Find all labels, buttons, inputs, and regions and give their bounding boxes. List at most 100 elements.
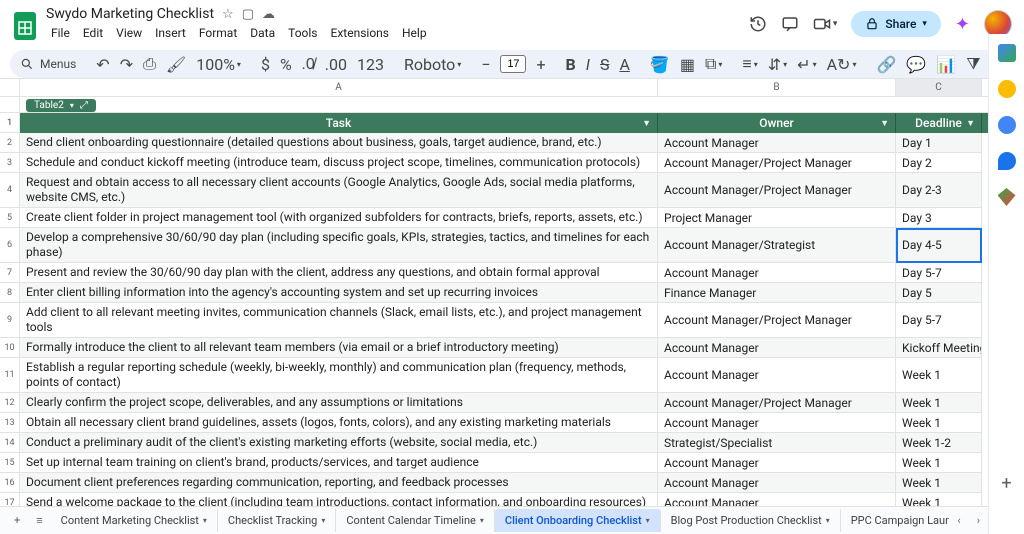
- cell-deadline[interactable]: Day 5-7: [896, 263, 982, 283]
- row-number[interactable]: 13: [0, 413, 20, 433]
- cell-owner[interactable]: Account Manager: [658, 263, 896, 283]
- row-number[interactable]: 14: [0, 433, 20, 453]
- cell-task[interactable]: Obtain all necessary client brand guidel…: [20, 413, 658, 433]
- cell-deadline[interactable]: Day 3: [896, 208, 982, 228]
- cell-owner[interactable]: Account Manager: [658, 493, 896, 506]
- meet-icon[interactable]: ▾: [813, 17, 838, 31]
- font-increase-icon[interactable]: +: [536, 55, 545, 74]
- font-select[interactable]: Roboto ▾: [404, 55, 461, 74]
- sheet-tab[interactable]: Content Marketing Checklist▾: [51, 509, 218, 532]
- col-header-A[interactable]: A: [20, 79, 658, 96]
- more-formats-icon[interactable]: 123: [357, 55, 384, 74]
- header-deadline[interactable]: Deadline▼: [896, 113, 982, 133]
- row-number[interactable]: 3: [0, 153, 20, 173]
- menu-format[interactable]: Format: [194, 24, 242, 42]
- menu-tools[interactable]: Tools: [283, 24, 322, 42]
- gemini-icon[interactable]: ✦: [955, 14, 970, 35]
- cell-task[interactable]: Establish a regular reporting schedule (…: [20, 358, 658, 393]
- cell-task[interactable]: Formally introduce the client to all rel…: [20, 338, 658, 358]
- cell-task[interactable]: Schedule and conduct kickoff meeting (in…: [20, 153, 658, 173]
- row-number[interactable]: 1: [0, 113, 20, 133]
- cell-owner[interactable]: Account Manager/Strategist: [658, 228, 896, 263]
- cell-deadline[interactable]: Week 1-2: [896, 433, 982, 453]
- strike-icon[interactable]: S: [600, 55, 610, 74]
- sheet-tab[interactable]: PPC Campaign Launch Checklist▾: [841, 509, 950, 532]
- row-number[interactable]: 16: [0, 473, 20, 493]
- comments-icon[interactable]: [781, 15, 799, 33]
- cell-task[interactable]: Send a welcome package to the client (in…: [20, 493, 658, 506]
- cell-deadline[interactable]: Week 1: [896, 393, 982, 413]
- row-number[interactable]: 7: [0, 263, 20, 283]
- col-header-B[interactable]: B: [658, 79, 896, 96]
- wrap-icon[interactable]: ↵▾: [797, 55, 816, 74]
- row-number[interactable]: 5: [0, 208, 20, 228]
- tasks-icon[interactable]: [998, 116, 1016, 134]
- cell-deadline[interactable]: Day 5: [896, 283, 982, 303]
- cell-owner[interactable]: Account Manager: [658, 338, 896, 358]
- cell-task[interactable]: Clearly confirm the project scope, deliv…: [20, 393, 658, 413]
- cell-owner[interactable]: Account Manager/Project Manager: [658, 173, 896, 208]
- cloud-icon[interactable]: ☁: [262, 7, 275, 22]
- sheet-tab[interactable]: Blog Post Production Checklist▾: [661, 509, 841, 532]
- sheet-tab[interactable]: Client Onboarding Checklist▾: [495, 509, 661, 532]
- cell-task[interactable]: Develop a comprehensive 30/60/90 day pla…: [20, 228, 658, 263]
- cell-deadline[interactable]: Day 4-5: [896, 228, 982, 263]
- menu-data[interactable]: Data: [245, 24, 280, 42]
- rotate-icon[interactable]: A↻▾: [827, 55, 857, 74]
- cell-owner[interactable]: Account Manager: [658, 413, 896, 433]
- cell-owner[interactable]: Strategist/Specialist: [658, 433, 896, 453]
- filter-icon[interactable]: ⧩: [966, 54, 980, 74]
- redo-icon[interactable]: ↷: [120, 55, 133, 74]
- decrease-decimal-icon[interactable]: .0̸: [302, 54, 315, 74]
- cell-task[interactable]: Document client preferences regarding co…: [20, 473, 658, 493]
- sheet-tab[interactable]: Content Calendar Timeline▾: [336, 509, 495, 532]
- sheet-tab[interactable]: Checklist Tracking▾: [218, 509, 336, 532]
- sheets-logo[interactable]: [12, 8, 38, 44]
- bold-icon[interactable]: B: [566, 55, 576, 74]
- menu-insert[interactable]: Insert: [150, 24, 191, 42]
- row-number[interactable]: 11: [0, 358, 20, 393]
- percent-icon[interactable]: %: [280, 55, 292, 74]
- row-number[interactable]: 6: [0, 228, 20, 263]
- share-button[interactable]: Share ▾: [851, 11, 941, 37]
- cell-deadline[interactable]: Week 1: [896, 473, 982, 493]
- cell-task[interactable]: Send client onboarding questionnaire (de…: [20, 133, 658, 153]
- cell-deadline[interactable]: Week 1: [896, 413, 982, 433]
- halign-icon[interactable]: ≡▾: [742, 54, 757, 74]
- menu-file[interactable]: File: [46, 24, 75, 42]
- cell-owner[interactable]: Account Manager: [658, 453, 896, 473]
- link-icon[interactable]: 🔗: [876, 55, 896, 74]
- row-number[interactable]: 15: [0, 453, 20, 473]
- increase-decimal-icon[interactable]: .00: [325, 55, 347, 74]
- valign-icon[interactable]: ⇵▾: [768, 55, 787, 74]
- undo-icon[interactable]: ↶: [96, 55, 109, 74]
- menu-extensions[interactable]: Extensions: [326, 24, 394, 42]
- cell-task[interactable]: Create client folder in project manageme…: [20, 208, 658, 228]
- col-header-C[interactable]: C: [896, 79, 982, 96]
- star-icon[interactable]: ☆: [222, 7, 234, 22]
- menu-edit[interactable]: Edit: [78, 24, 108, 42]
- cell-owner[interactable]: Finance Manager: [658, 283, 896, 303]
- cell-task[interactable]: Enter client billing information into th…: [20, 283, 658, 303]
- keep-icon[interactable]: [998, 80, 1016, 98]
- cell-deadline[interactable]: Week 1: [896, 453, 982, 473]
- row-number[interactable]: 10: [0, 338, 20, 358]
- text-color-icon[interactable]: A: [619, 55, 629, 74]
- menu-view[interactable]: View: [111, 24, 147, 42]
- paint-format-icon[interactable]: 🖌: [166, 55, 186, 74]
- all-sheets-icon[interactable]: ≡: [28, 514, 50, 527]
- cell-owner[interactable]: Account Manager: [658, 133, 896, 153]
- cell-owner[interactable]: Project Manager: [658, 208, 896, 228]
- cell-task[interactable]: Add client to all relevant meeting invit…: [20, 303, 658, 338]
- menus-search[interactable]: Menus: [20, 57, 76, 71]
- currency-icon[interactable]: $: [261, 55, 270, 74]
- row-number[interactable]: 4: [0, 173, 20, 208]
- add-addon-icon[interactable]: +: [1001, 473, 1011, 534]
- cell-deadline[interactable]: Kickoff Meeting: [896, 338, 982, 358]
- fill-color-icon[interactable]: 🪣: [650, 55, 670, 74]
- zoom-select[interactable]: 100% ▾: [196, 55, 241, 74]
- borders-icon[interactable]: ▦: [680, 55, 695, 74]
- comment-icon[interactable]: 💬: [906, 55, 926, 74]
- cell-deadline[interactable]: Week 1: [896, 358, 982, 393]
- cell-owner[interactable]: Account Manager/Project Manager: [658, 393, 896, 413]
